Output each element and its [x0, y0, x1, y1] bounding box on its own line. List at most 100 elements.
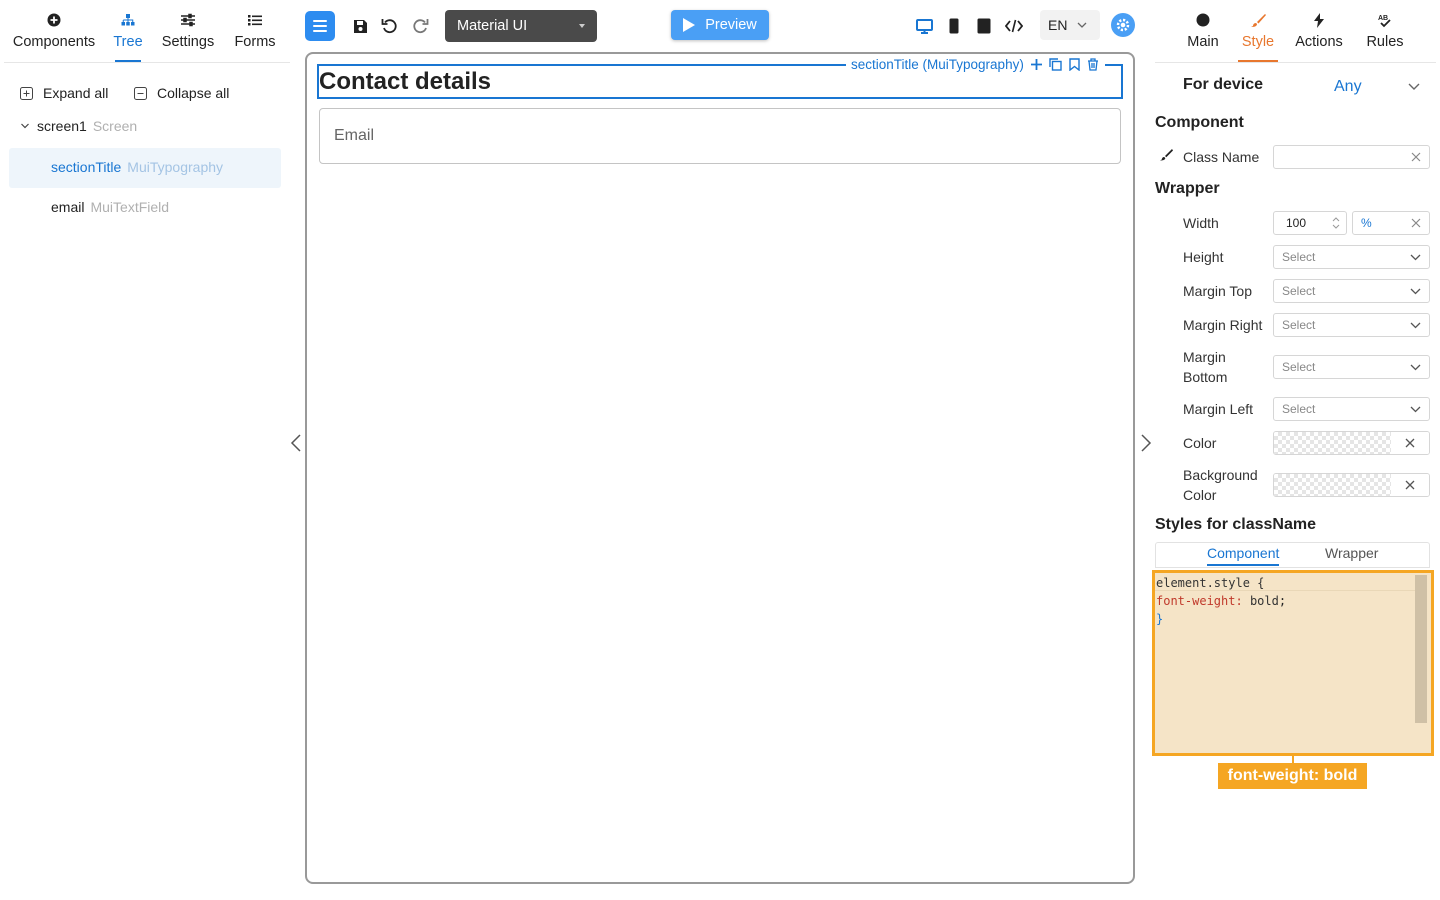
code-button[interactable]	[1001, 13, 1027, 39]
tab-main[interactable]: Main	[1184, 0, 1222, 62]
expand-icon	[20, 86, 33, 100]
width-unit-select[interactable]: %	[1352, 211, 1430, 235]
bg-color-label-line1: Background	[1183, 467, 1258, 483]
circle-icon	[1196, 12, 1210, 28]
device-select[interactable]: Any	[1334, 76, 1420, 98]
editor-scrollbar[interactable]	[1415, 575, 1427, 723]
bg-color-label-line2: Color	[1183, 487, 1217, 503]
subtab-wrapper[interactable]: Wrapper	[1325, 545, 1378, 561]
plus-circle-icon	[47, 12, 61, 28]
undo-button[interactable]	[376, 13, 404, 39]
tree-node-sectiontitle[interactable]: sectionTitle MuiTypography	[51, 157, 223, 177]
chevron-down-icon	[1410, 322, 1421, 328]
gear-icon	[1116, 18, 1130, 32]
clear-icon[interactable]	[1405, 438, 1415, 448]
margin-bottom-select[interactable]: Select	[1273, 355, 1430, 379]
chevron-down-icon	[20, 121, 30, 131]
collapse-icon	[134, 86, 147, 100]
width-label: Width	[1183, 215, 1219, 231]
tab-actions[interactable]: Actions	[1294, 0, 1344, 62]
expand-all-label: Expand all	[43, 85, 109, 101]
tab-actions-label: Actions	[1295, 34, 1343, 50]
code-icon	[1005, 19, 1023, 33]
design-canvas	[305, 52, 1135, 884]
tab-settings-label: Settings	[161, 34, 215, 50]
subtab-component[interactable]: Component	[1207, 545, 1280, 566]
collapse-right-panel-icon[interactable]	[1139, 433, 1153, 458]
tab-rules[interactable]: AB Rules	[1363, 0, 1407, 62]
section-title[interactable]: Contact details	[319, 67, 491, 97]
device-tablet-button[interactable]	[972, 13, 996, 39]
width-value: 100	[1286, 216, 1307, 230]
preview-button[interactable]: Preview	[671, 10, 769, 40]
device-value: Any	[1334, 78, 1362, 95]
tabs-divider	[4, 62, 290, 63]
email-placeholder: Email	[334, 127, 375, 144]
width-input[interactable]: 100	[1273, 211, 1347, 235]
clear-icon[interactable]	[1411, 152, 1421, 162]
preview-label: Preview	[705, 17, 757, 33]
tab-main-label: Main	[1187, 34, 1219, 50]
margin-top-select[interactable]: Select	[1273, 279, 1430, 303]
background-color-picker[interactable]	[1273, 473, 1430, 497]
clear-icon[interactable]	[1405, 480, 1415, 490]
brush-icon	[1250, 12, 1266, 28]
color-picker[interactable]	[1273, 431, 1430, 455]
tab-forms-label: Forms	[234, 34, 276, 50]
language-select[interactable]: EN	[1040, 10, 1100, 40]
css-editor[interactable]: element.style { font-weight: bold; }	[1152, 570, 1434, 756]
chevron-down-icon	[1077, 22, 1087, 28]
bg-color-swatch[interactable]	[1274, 474, 1391, 496]
device-mobile-button[interactable]	[942, 13, 966, 39]
menu-button[interactable]	[305, 11, 335, 41]
save-icon	[353, 19, 367, 33]
height-select[interactable]: Select	[1273, 245, 1430, 269]
color-swatch[interactable]	[1274, 432, 1391, 454]
tree-node-screen1[interactable]: screen1 Screen	[20, 117, 137, 135]
node-type: MuiTextField	[90, 199, 170, 215]
settings-button[interactable]	[1111, 13, 1135, 37]
collapse-all-button[interactable]: Collapse all	[134, 84, 229, 102]
chevron-down-icon	[1408, 83, 1420, 90]
device-desktop-button[interactable]	[912, 13, 936, 39]
undo-icon	[381, 19, 397, 34]
lightning-icon	[1314, 12, 1324, 28]
margin-right-placeholder: Select	[1282, 318, 1316, 332]
node-type: MuiTypography	[127, 159, 224, 175]
tab-tree[interactable]: Tree	[106, 0, 150, 62]
spinner-icon[interactable]	[1332, 216, 1340, 230]
margin-right-select[interactable]: Select	[1273, 313, 1430, 337]
email-field[interactable]: Email	[319, 108, 1121, 164]
caret-down-icon	[579, 24, 585, 28]
redo-button[interactable]	[406, 13, 434, 39]
copy-icon[interactable]	[1049, 57, 1062, 71]
add-icon[interactable]	[1030, 58, 1043, 71]
trash-icon[interactable]	[1087, 57, 1099, 71]
bookmark-icon[interactable]	[1069, 57, 1080, 71]
tab-components[interactable]: Components	[13, 0, 95, 62]
clear-icon[interactable]	[1411, 218, 1421, 228]
class-name-input[interactable]	[1273, 145, 1430, 169]
height-placeholder: Select	[1282, 250, 1316, 264]
wrapper-heading: Wrapper	[1155, 180, 1220, 197]
screen-type: Screen	[92, 118, 138, 134]
desktop-icon	[915, 18, 933, 34]
collapse-left-panel-icon[interactable]	[289, 433, 303, 458]
margin-top-placeholder: Select	[1282, 284, 1316, 298]
tree-node-email[interactable]: email MuiTextField	[51, 197, 169, 217]
tab-style-label: Style	[1241, 34, 1275, 50]
tab-forms[interactable]: Forms	[232, 0, 278, 62]
for-device-label: For device	[1183, 76, 1264, 93]
expand-all-button[interactable]: Expand all	[20, 84, 108, 102]
framework-select[interactable]: Material UI	[445, 10, 597, 42]
tab-style[interactable]: Style	[1238, 0, 1278, 62]
list-icon	[248, 12, 262, 28]
margin-left-select[interactable]: Select	[1273, 397, 1430, 421]
margin-bottom-label-line2: Bottom	[1183, 369, 1228, 385]
margin-right-label: Margin Right	[1183, 317, 1263, 333]
margin-left-placeholder: Select	[1282, 402, 1316, 416]
tab-settings[interactable]: Settings	[160, 0, 216, 62]
save-button[interactable]	[346, 13, 374, 39]
css-selector-line: element.style {	[1156, 576, 1265, 590]
language-value: EN	[1048, 17, 1068, 33]
